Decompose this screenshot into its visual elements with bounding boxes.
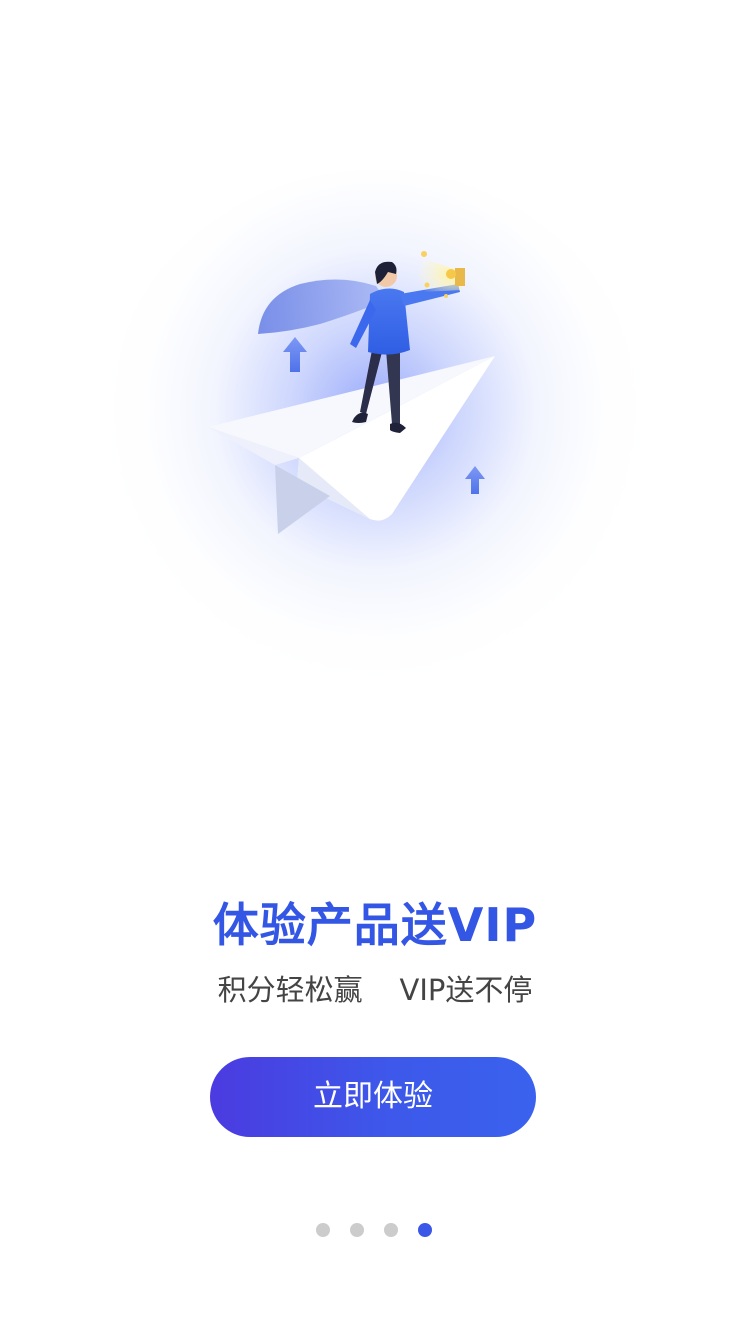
page-dot-1[interactable]: [316, 1223, 330, 1237]
page-subtitle: 积分轻松赢 VIP送不停: [217, 973, 533, 1007]
onboarding-illustration: [208, 251, 495, 534]
page-dot-3[interactable]: [384, 1223, 398, 1237]
page-title: 体验产品送VIP: [212, 898, 538, 952]
paper-plane: [208, 356, 495, 534]
up-arrow-icon: [283, 337, 307, 372]
page-dot-2[interactable]: [350, 1223, 364, 1237]
page-indicator: [316, 1223, 432, 1237]
experience-now-button[interactable]: 立即体验: [210, 1057, 536, 1137]
up-arrow-icon: [465, 466, 485, 494]
page-dot-4-active[interactable]: [418, 1223, 432, 1237]
